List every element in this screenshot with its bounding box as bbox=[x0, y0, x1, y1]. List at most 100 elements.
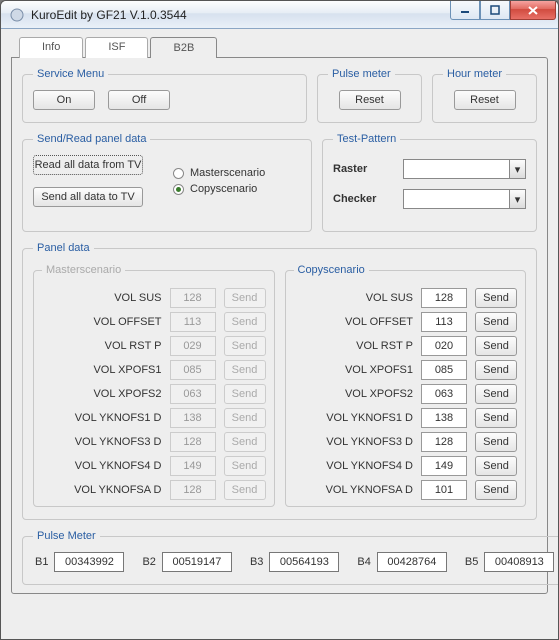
panel-row-send-button[interactable]: Send bbox=[475, 456, 517, 476]
legend-copyscenario: Copyscenario bbox=[294, 264, 369, 276]
tab-panel-b2b: Service Menu On Off Pulse meter Reset Ho… bbox=[11, 57, 548, 594]
panel-row-input[interactable] bbox=[421, 360, 467, 380]
pulse-label: B5 bbox=[465, 556, 478, 568]
label-raster: Raster bbox=[333, 163, 403, 175]
panel-row-input bbox=[170, 456, 216, 476]
tab-b2b[interactable]: B2B bbox=[150, 37, 217, 58]
legend-panel-data: Panel data bbox=[33, 242, 94, 254]
panel-row-send-button: Send bbox=[224, 408, 266, 428]
chevron-down-icon[interactable]: ▾ bbox=[509, 190, 525, 208]
panel-row: VOL YKNOFSA DSend bbox=[42, 480, 266, 500]
panel-row-send-button: Send bbox=[224, 384, 266, 404]
window-title: KuroEdit by GF21 V.1.0.3544 bbox=[31, 8, 187, 22]
panel-row: VOL XPOFS1 Send bbox=[42, 360, 266, 380]
scenario-radio-group: Masterscenario Copyscenario bbox=[173, 163, 265, 199]
chevron-down-icon[interactable]: ▾ bbox=[509, 160, 525, 178]
panel-row-input[interactable] bbox=[421, 480, 467, 500]
button-send-all[interactable]: Send all data to TV bbox=[33, 187, 143, 207]
button-service-off[interactable]: Off bbox=[108, 90, 170, 110]
panel-row-send-button: Send bbox=[224, 336, 266, 356]
panel-row-input[interactable] bbox=[421, 384, 467, 404]
panel-row-send-button[interactable]: Send bbox=[475, 288, 517, 308]
panel-row-input bbox=[170, 480, 216, 500]
group-pulse-meter-reset: Pulse meter Reset bbox=[317, 68, 422, 123]
panel-row: VOL SUS Send bbox=[42, 288, 266, 308]
client-area: Info ISF B2B Service Menu On Off Pulse m… bbox=[1, 29, 558, 639]
legend-pulse-meter: Pulse meter bbox=[328, 68, 395, 80]
panel-row: VOL YKNOFSA DSend bbox=[294, 480, 518, 500]
panel-row: VOL YKNOFS4 DSend bbox=[42, 456, 266, 476]
pulse-input[interactable] bbox=[54, 552, 124, 572]
panel-row-label: VOL OFFSET bbox=[93, 316, 161, 328]
pulse-label: B1 bbox=[35, 556, 48, 568]
panel-row: VOL YKNOFS1 DSend bbox=[42, 408, 266, 428]
button-reset-pulse[interactable]: Reset bbox=[339, 90, 401, 110]
panel-row-label: VOL YKNOFS4 D bbox=[326, 460, 413, 472]
panel-row-label: VOL RST P bbox=[105, 340, 162, 352]
legend-hour-meter: Hour meter bbox=[443, 68, 506, 80]
panel-row-input[interactable] bbox=[421, 432, 467, 452]
panel-row-input[interactable] bbox=[421, 336, 467, 356]
window-buttons bbox=[450, 1, 556, 20]
panel-row: VOL OFFSET Send bbox=[42, 312, 266, 332]
panel-row-input bbox=[170, 384, 216, 404]
pulse-input[interactable] bbox=[377, 552, 447, 572]
panel-row-input[interactable] bbox=[421, 288, 467, 308]
button-reset-hour[interactable]: Reset bbox=[454, 90, 516, 110]
panel-row: VOL YKNOFS3 D Send bbox=[294, 432, 518, 452]
panel-row-send-button: Send bbox=[224, 360, 266, 380]
panel-row-label: VOL YKNOFS1 D bbox=[326, 412, 413, 424]
pulse-label: B3 bbox=[250, 556, 263, 568]
panel-row-label: VOL OFFSET bbox=[345, 316, 413, 328]
panel-row-send-button: Send bbox=[224, 288, 266, 308]
button-service-on[interactable]: On bbox=[33, 90, 95, 110]
combo-checker[interactable]: ▾ bbox=[403, 189, 526, 209]
panel-row-input[interactable] bbox=[421, 456, 467, 476]
radio-copyscenario[interactable]: Copyscenario bbox=[173, 183, 265, 195]
panel-row: VOL OFFSET Send bbox=[294, 312, 518, 332]
legend-pulse-meter-values: Pulse Meter bbox=[33, 530, 100, 542]
panel-row-send-button[interactable]: Send bbox=[475, 360, 517, 380]
panel-row-input[interactable] bbox=[421, 312, 467, 332]
minimize-button[interactable] bbox=[450, 1, 480, 20]
radio-masterscenario[interactable]: Masterscenario bbox=[173, 167, 265, 179]
legend-send-read: Send/Read panel data bbox=[33, 133, 150, 145]
panel-row-send-button[interactable]: Send bbox=[475, 384, 517, 404]
panel-row-label: VOL YKNOFS3 D bbox=[326, 436, 413, 448]
button-read-all[interactable]: Read all data from TV bbox=[33, 155, 143, 175]
titlebar[interactable]: KuroEdit by GF21 V.1.0.3544 bbox=[1, 1, 558, 29]
panel-row-input bbox=[170, 432, 216, 452]
group-service-menu: Service Menu On Off bbox=[22, 68, 307, 123]
panel-row-send-button: Send bbox=[224, 432, 266, 452]
panel-row-label: VOL XPOFS1 bbox=[93, 364, 161, 376]
panel-row-send-button[interactable]: Send bbox=[475, 480, 517, 500]
panel-row-label: VOL RST P bbox=[356, 340, 413, 352]
maximize-button[interactable] bbox=[480, 1, 510, 20]
legend-service-menu: Service Menu bbox=[33, 68, 108, 80]
panel-row-input bbox=[170, 336, 216, 356]
close-button[interactable] bbox=[510, 1, 556, 20]
combo-raster[interactable]: ▾ bbox=[403, 159, 526, 179]
tab-info[interactable]: Info bbox=[19, 37, 83, 58]
tabstrip: Info ISF B2B bbox=[19, 37, 548, 58]
pulse-input[interactable] bbox=[162, 552, 232, 572]
panel-row-label: VOL YKNOFS3 D bbox=[75, 436, 162, 448]
panel-row-send-button[interactable]: Send bbox=[475, 336, 517, 356]
group-masterscenario: Masterscenario VOL SUS Send VOL OFFSET Send… bbox=[33, 264, 275, 507]
pulse-input[interactable] bbox=[269, 552, 339, 572]
panel-row-send-button[interactable]: Send bbox=[475, 432, 517, 452]
legend-masterscenario: Masterscenario bbox=[42, 264, 125, 276]
group-hour-meter-reset: Hour meter Reset bbox=[432, 68, 537, 123]
panel-row: VOL XPOFS1Send bbox=[294, 360, 518, 380]
panel-row-label: VOL YKNOFSA D bbox=[74, 484, 161, 496]
panel-row-send-button: Send bbox=[224, 312, 266, 332]
panel-row-send-button[interactable]: Send bbox=[475, 312, 517, 332]
pulse-input[interactable] bbox=[484, 552, 554, 572]
panel-row-send-button[interactable]: Send bbox=[475, 408, 517, 428]
panel-row-label: VOL XPOFS2 bbox=[93, 388, 161, 400]
panel-row: VOL RST P Send bbox=[42, 336, 266, 356]
panel-row-label: VOL SUS bbox=[114, 292, 161, 304]
tab-isf[interactable]: ISF bbox=[85, 37, 148, 58]
panel-row-input[interactable] bbox=[421, 408, 467, 428]
legend-test-pattern: Test-Pattern bbox=[333, 133, 400, 145]
